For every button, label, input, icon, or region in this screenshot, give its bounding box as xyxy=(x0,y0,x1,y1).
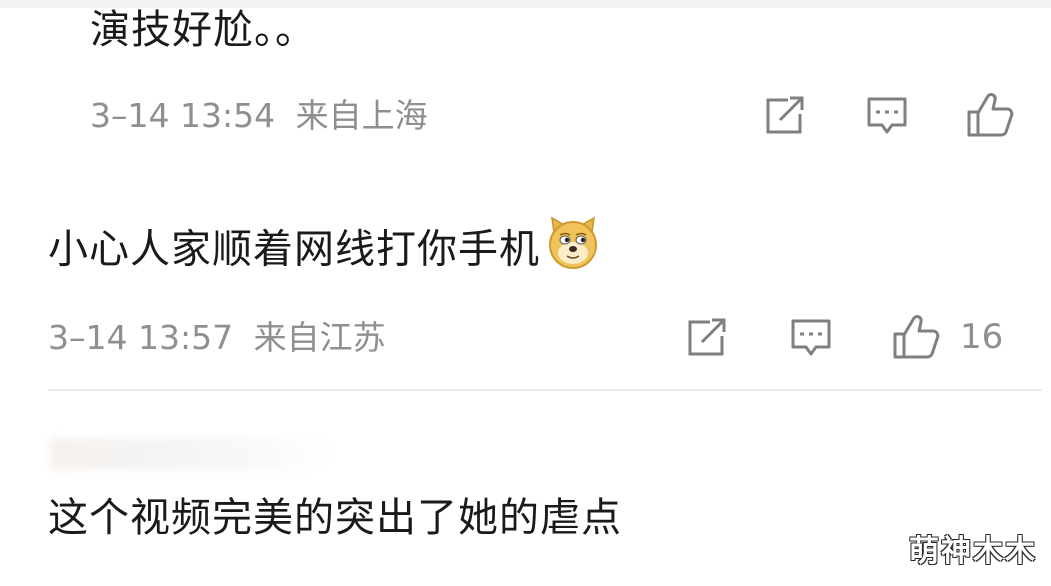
share-icon xyxy=(766,96,804,134)
comment-icon xyxy=(867,97,907,134)
thumbs-up-icon xyxy=(893,315,940,359)
comment-location-1: 来自上海 xyxy=(295,96,428,135)
share-icon xyxy=(688,318,726,356)
share-button-1[interactable] xyxy=(764,96,806,136)
reply-button-2[interactable] xyxy=(790,318,832,358)
doge-emoji-icon xyxy=(546,216,600,281)
like-button-1[interactable] xyxy=(966,92,1034,138)
comment-meta-1: 3–14 13:54 来自上海 xyxy=(90,96,428,136)
comment-time-1: 3–14 13:54 xyxy=(90,96,276,135)
thumbs-up-icon xyxy=(967,93,1014,137)
blurred-username xyxy=(50,438,330,470)
comment-location-2: 来自江苏 xyxy=(253,318,386,357)
comment-text-1: 演技好尬。。 xyxy=(90,7,316,53)
comment-text-3: 这个视频完美的突出了她的虐点 xyxy=(48,495,622,541)
reply-button-1[interactable] xyxy=(866,96,908,136)
watermark: 萌神木木 xyxy=(909,534,1037,569)
comment-icon xyxy=(791,319,831,356)
share-button-2[interactable] xyxy=(686,318,728,358)
comment-text-2-body: 小心人家顺着网线打你手机 xyxy=(48,226,540,273)
divider xyxy=(48,389,1042,391)
comment-thread: 演技好尬。。 3–14 13:54 来自上海 小心人家顺着网线打你手机 3–14… xyxy=(0,0,1051,586)
comment-text-2: 小心人家顺着网线打你手机 xyxy=(48,216,600,281)
comment-meta-2: 3–14 13:57 来自江苏 xyxy=(48,318,386,358)
comment-time-2: 3–14 13:57 xyxy=(48,318,234,357)
like-button-2[interactable]: 16 xyxy=(892,314,1003,360)
like-count-2: 16 xyxy=(960,317,1004,357)
